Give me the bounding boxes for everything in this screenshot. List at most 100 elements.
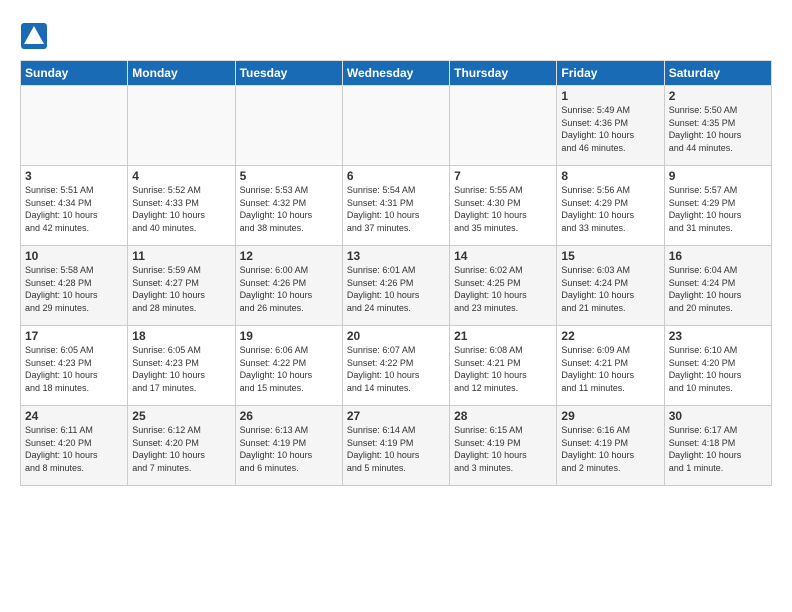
day-info: Sunrise: 5:49 AM Sunset: 4:36 PM Dayligh… xyxy=(561,104,659,154)
header xyxy=(20,18,772,50)
calendar-cell: 9Sunrise: 5:57 AM Sunset: 4:29 PM Daylig… xyxy=(664,166,771,246)
day-number: 18 xyxy=(132,329,230,343)
calendar-cell: 25Sunrise: 6:12 AM Sunset: 4:20 PM Dayli… xyxy=(128,406,235,486)
day-header: Thursday xyxy=(450,61,557,86)
calendar-cell: 2Sunrise: 5:50 AM Sunset: 4:35 PM Daylig… xyxy=(664,86,771,166)
day-info: Sunrise: 6:12 AM Sunset: 4:20 PM Dayligh… xyxy=(132,424,230,474)
day-number: 17 xyxy=(25,329,123,343)
day-info: Sunrise: 6:14 AM Sunset: 4:19 PM Dayligh… xyxy=(347,424,445,474)
day-number: 15 xyxy=(561,249,659,263)
calendar-cell: 15Sunrise: 6:03 AM Sunset: 4:24 PM Dayli… xyxy=(557,246,664,326)
day-number: 25 xyxy=(132,409,230,423)
calendar-row: 1Sunrise: 5:49 AM Sunset: 4:36 PM Daylig… xyxy=(21,86,772,166)
calendar-cell: 20Sunrise: 6:07 AM Sunset: 4:22 PM Dayli… xyxy=(342,326,449,406)
day-number: 22 xyxy=(561,329,659,343)
calendar-cell: 6Sunrise: 5:54 AM Sunset: 4:31 PM Daylig… xyxy=(342,166,449,246)
day-info: Sunrise: 5:59 AM Sunset: 4:27 PM Dayligh… xyxy=(132,264,230,314)
day-number: 29 xyxy=(561,409,659,423)
calendar-cell: 21Sunrise: 6:08 AM Sunset: 4:21 PM Dayli… xyxy=(450,326,557,406)
calendar-cell: 19Sunrise: 6:06 AM Sunset: 4:22 PM Dayli… xyxy=(235,326,342,406)
day-info: Sunrise: 5:58 AM Sunset: 4:28 PM Dayligh… xyxy=(25,264,123,314)
day-info: Sunrise: 6:02 AM Sunset: 4:25 PM Dayligh… xyxy=(454,264,552,314)
day-number: 2 xyxy=(669,89,767,103)
day-number: 19 xyxy=(240,329,338,343)
day-header: Monday xyxy=(128,61,235,86)
calendar-cell: 13Sunrise: 6:01 AM Sunset: 4:26 PM Dayli… xyxy=(342,246,449,326)
day-header: Sunday xyxy=(21,61,128,86)
day-number: 4 xyxy=(132,169,230,183)
calendar-cell: 18Sunrise: 6:05 AM Sunset: 4:23 PM Dayli… xyxy=(128,326,235,406)
day-number: 14 xyxy=(454,249,552,263)
day-info: Sunrise: 5:56 AM Sunset: 4:29 PM Dayligh… xyxy=(561,184,659,234)
calendar-cell xyxy=(342,86,449,166)
day-info: Sunrise: 6:06 AM Sunset: 4:22 PM Dayligh… xyxy=(240,344,338,394)
day-info: Sunrise: 5:54 AM Sunset: 4:31 PM Dayligh… xyxy=(347,184,445,234)
header-row: SundayMondayTuesdayWednesdayThursdayFrid… xyxy=(21,61,772,86)
day-number: 16 xyxy=(669,249,767,263)
day-info: Sunrise: 6:17 AM Sunset: 4:18 PM Dayligh… xyxy=(669,424,767,474)
calendar-row: 10Sunrise: 5:58 AM Sunset: 4:28 PM Dayli… xyxy=(21,246,772,326)
calendar-cell: 7Sunrise: 5:55 AM Sunset: 4:30 PM Daylig… xyxy=(450,166,557,246)
day-info: Sunrise: 6:01 AM Sunset: 4:26 PM Dayligh… xyxy=(347,264,445,314)
day-info: Sunrise: 6:10 AM Sunset: 4:20 PM Dayligh… xyxy=(669,344,767,394)
day-info: Sunrise: 5:50 AM Sunset: 4:35 PM Dayligh… xyxy=(669,104,767,154)
day-header: Friday xyxy=(557,61,664,86)
day-header: Wednesday xyxy=(342,61,449,86)
day-number: 26 xyxy=(240,409,338,423)
day-info: Sunrise: 6:05 AM Sunset: 4:23 PM Dayligh… xyxy=(25,344,123,394)
calendar-cell: 4Sunrise: 5:52 AM Sunset: 4:33 PM Daylig… xyxy=(128,166,235,246)
day-number: 20 xyxy=(347,329,445,343)
day-info: Sunrise: 6:07 AM Sunset: 4:22 PM Dayligh… xyxy=(347,344,445,394)
day-number: 9 xyxy=(669,169,767,183)
day-number: 10 xyxy=(25,249,123,263)
calendar-cell xyxy=(450,86,557,166)
day-info: Sunrise: 6:03 AM Sunset: 4:24 PM Dayligh… xyxy=(561,264,659,314)
day-number: 8 xyxy=(561,169,659,183)
calendar-cell: 3Sunrise: 5:51 AM Sunset: 4:34 PM Daylig… xyxy=(21,166,128,246)
calendar-cell: 10Sunrise: 5:58 AM Sunset: 4:28 PM Dayli… xyxy=(21,246,128,326)
calendar-cell: 29Sunrise: 6:16 AM Sunset: 4:19 PM Dayli… xyxy=(557,406,664,486)
logo-icon xyxy=(20,22,48,50)
day-header: Tuesday xyxy=(235,61,342,86)
calendar-cell: 26Sunrise: 6:13 AM Sunset: 4:19 PM Dayli… xyxy=(235,406,342,486)
calendar-cell: 23Sunrise: 6:10 AM Sunset: 4:20 PM Dayli… xyxy=(664,326,771,406)
day-info: Sunrise: 6:05 AM Sunset: 4:23 PM Dayligh… xyxy=(132,344,230,394)
calendar-cell: 16Sunrise: 6:04 AM Sunset: 4:24 PM Dayli… xyxy=(664,246,771,326)
day-number: 3 xyxy=(25,169,123,183)
calendar-cell xyxy=(128,86,235,166)
day-info: Sunrise: 5:57 AM Sunset: 4:29 PM Dayligh… xyxy=(669,184,767,234)
calendar-row: 3Sunrise: 5:51 AM Sunset: 4:34 PM Daylig… xyxy=(21,166,772,246)
day-info: Sunrise: 5:52 AM Sunset: 4:33 PM Dayligh… xyxy=(132,184,230,234)
day-info: Sunrise: 5:53 AM Sunset: 4:32 PM Dayligh… xyxy=(240,184,338,234)
calendar-cell: 14Sunrise: 6:02 AM Sunset: 4:25 PM Dayli… xyxy=(450,246,557,326)
calendar-row: 24Sunrise: 6:11 AM Sunset: 4:20 PM Dayli… xyxy=(21,406,772,486)
calendar-cell: 5Sunrise: 5:53 AM Sunset: 4:32 PM Daylig… xyxy=(235,166,342,246)
calendar-table: SundayMondayTuesdayWednesdayThursdayFrid… xyxy=(20,60,772,486)
day-number: 12 xyxy=(240,249,338,263)
day-info: Sunrise: 5:55 AM Sunset: 4:30 PM Dayligh… xyxy=(454,184,552,234)
calendar-row: 17Sunrise: 6:05 AM Sunset: 4:23 PM Dayli… xyxy=(21,326,772,406)
day-number: 1 xyxy=(561,89,659,103)
day-number: 28 xyxy=(454,409,552,423)
day-info: Sunrise: 6:11 AM Sunset: 4:20 PM Dayligh… xyxy=(25,424,123,474)
day-info: Sunrise: 6:08 AM Sunset: 4:21 PM Dayligh… xyxy=(454,344,552,394)
calendar-cell: 22Sunrise: 6:09 AM Sunset: 4:21 PM Dayli… xyxy=(557,326,664,406)
day-info: Sunrise: 6:15 AM Sunset: 4:19 PM Dayligh… xyxy=(454,424,552,474)
day-number: 23 xyxy=(669,329,767,343)
day-number: 6 xyxy=(347,169,445,183)
day-number: 7 xyxy=(454,169,552,183)
day-number: 30 xyxy=(669,409,767,423)
day-header: Saturday xyxy=(664,61,771,86)
calendar-cell: 8Sunrise: 5:56 AM Sunset: 4:29 PM Daylig… xyxy=(557,166,664,246)
day-number: 27 xyxy=(347,409,445,423)
day-info: Sunrise: 6:16 AM Sunset: 4:19 PM Dayligh… xyxy=(561,424,659,474)
day-number: 5 xyxy=(240,169,338,183)
calendar-cell: 12Sunrise: 6:00 AM Sunset: 4:26 PM Dayli… xyxy=(235,246,342,326)
day-info: Sunrise: 6:00 AM Sunset: 4:26 PM Dayligh… xyxy=(240,264,338,314)
day-number: 21 xyxy=(454,329,552,343)
calendar-cell: 1Sunrise: 5:49 AM Sunset: 4:36 PM Daylig… xyxy=(557,86,664,166)
calendar-cell xyxy=(21,86,128,166)
day-number: 24 xyxy=(25,409,123,423)
calendar-cell: 11Sunrise: 5:59 AM Sunset: 4:27 PM Dayli… xyxy=(128,246,235,326)
calendar-cell xyxy=(235,86,342,166)
